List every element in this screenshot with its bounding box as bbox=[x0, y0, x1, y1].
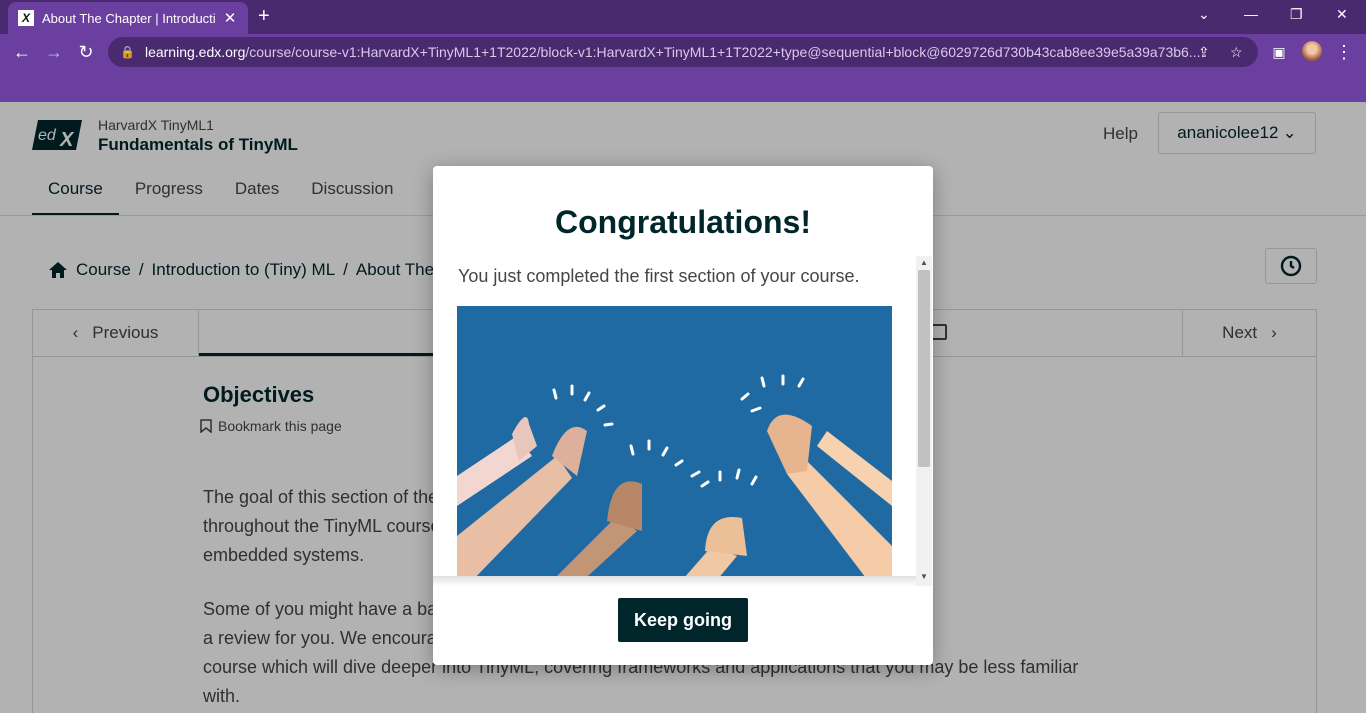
browser-toolbar: ← → ↻ 🔒 learning.edx.org /course/course-… bbox=[0, 34, 1366, 70]
modal-footer-divider bbox=[433, 576, 917, 586]
new-tab-button[interactable]: + bbox=[258, 6, 270, 26]
url-host: learning.edx.org bbox=[144, 44, 246, 60]
edx-favicon-icon: X bbox=[18, 10, 34, 26]
tab-close-icon[interactable]: ✕ bbox=[222, 9, 238, 27]
modal-body: You just completed the first section of … bbox=[433, 258, 917, 584]
tab-title: About The Chapter | Introduction to (Tin… bbox=[42, 10, 216, 26]
modal-scrollbar[interactable]: ▲ ▼ bbox=[916, 256, 932, 586]
window-close-icon[interactable]: ✕ bbox=[1336, 6, 1348, 23]
url-path: /course/course-v1:HarvardX+TinyML1+1T202… bbox=[245, 44, 1201, 60]
minimize-icon[interactable]: — bbox=[1244, 6, 1258, 22]
lock-icon: 🔒 bbox=[120, 45, 135, 59]
celebration-modal: Congratulations! You just completed the … bbox=[433, 166, 933, 665]
browser-tab-strip: X About The Chapter | Introduction to (T… bbox=[0, 0, 1366, 34]
bookmark-star-icon[interactable]: ☆ bbox=[1230, 44, 1243, 61]
address-bar[interactable]: 🔒 learning.edx.org /course/course-v1:Har… bbox=[108, 37, 1258, 67]
reload-icon[interactable]: ↻ bbox=[74, 40, 98, 64]
browser-tab[interactable]: X About The Chapter | Introduction to (T… bbox=[8, 2, 248, 34]
back-icon[interactable]: ← bbox=[10, 40, 34, 64]
modal-message: You just completed the first section of … bbox=[458, 266, 860, 286]
side-panel-icon[interactable]: ▣ bbox=[1267, 40, 1291, 64]
tab-search-icon[interactable]: ⌄ bbox=[1198, 6, 1210, 23]
scroll-up-arrow-icon[interactable]: ▲ bbox=[916, 258, 932, 267]
keep-going-button[interactable]: Keep going bbox=[618, 598, 748, 642]
modal-title: Congratulations! bbox=[555, 204, 811, 240]
browser-menu-icon[interactable]: ⋮ bbox=[1332, 40, 1356, 64]
clapping-hands-illustration bbox=[457, 306, 892, 584]
browser-bottom-band bbox=[0, 70, 1366, 102]
forward-icon[interactable]: → bbox=[42, 40, 66, 64]
profile-avatar[interactable] bbox=[1302, 41, 1322, 61]
scrollbar-thumb[interactable] bbox=[918, 270, 930, 467]
restore-icon[interactable]: ❐ bbox=[1290, 6, 1303, 23]
scroll-down-arrow-icon[interactable]: ▼ bbox=[916, 572, 932, 581]
share-icon[interactable]: ⇪ bbox=[1198, 44, 1210, 61]
